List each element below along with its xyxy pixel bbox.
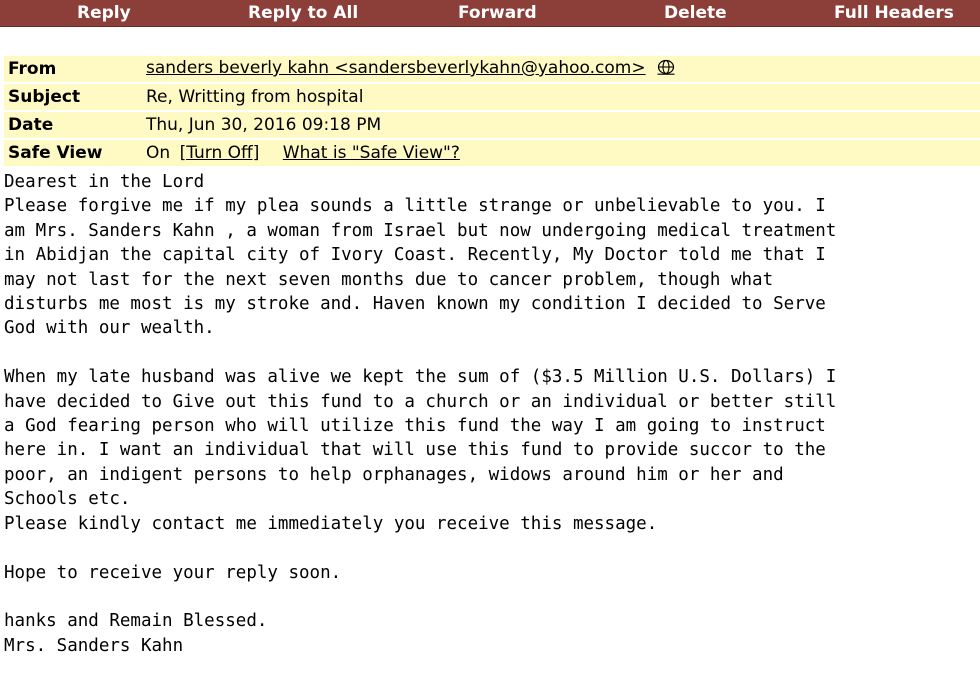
safe-view-row: Safe View On [Turn Off] What is "Safe Vi… bbox=[4, 140, 980, 166]
subject-value: Re, Writting from hospital bbox=[142, 84, 980, 110]
subject-row: Subject Re, Writting from hospital bbox=[4, 84, 980, 110]
delete-button[interactable]: Delete bbox=[664, 0, 727, 26]
date-value: Thu, Jun 30, 2016 09:18 PM bbox=[142, 112, 980, 138]
message-body: Dearest in the Lord Please forgive me if… bbox=[4, 172, 837, 656]
safe-view-label: Safe View bbox=[4, 140, 142, 166]
reply-button[interactable]: Reply bbox=[77, 0, 131, 26]
from-row: From sanders beverly kahn <sandersbeverl… bbox=[4, 56, 980, 82]
from-value: sanders beverly kahn <sandersbeverlykahn… bbox=[142, 56, 980, 82]
from-label: From bbox=[4, 56, 142, 82]
message-toolbar: Reply Reply to All Forward Delete Full H… bbox=[0, 0, 980, 27]
message-headers: From sanders beverly kahn <sandersbeverl… bbox=[4, 54, 980, 168]
date-label: Date bbox=[4, 112, 142, 138]
date-row: Date Thu, Jun 30, 2016 09:18 PM bbox=[4, 112, 980, 138]
turn-off-link[interactable]: [Turn Off] bbox=[180, 143, 260, 163]
globe-icon[interactable] bbox=[657, 59, 675, 80]
full-headers-button[interactable]: Full Headers bbox=[834, 0, 954, 26]
what-is-safe-view-link[interactable]: What is "Safe View"? bbox=[283, 143, 460, 163]
safe-view-state: On bbox=[146, 143, 171, 163]
reply-all-button[interactable]: Reply to All bbox=[248, 0, 358, 26]
sender-link[interactable]: sanders beverly kahn <sandersbeverlykahn… bbox=[146, 58, 646, 78]
subject-label: Subject bbox=[4, 84, 142, 110]
forward-button[interactable]: Forward bbox=[458, 0, 537, 26]
safe-view-value: On [Turn Off] What is "Safe View"? bbox=[142, 140, 980, 166]
